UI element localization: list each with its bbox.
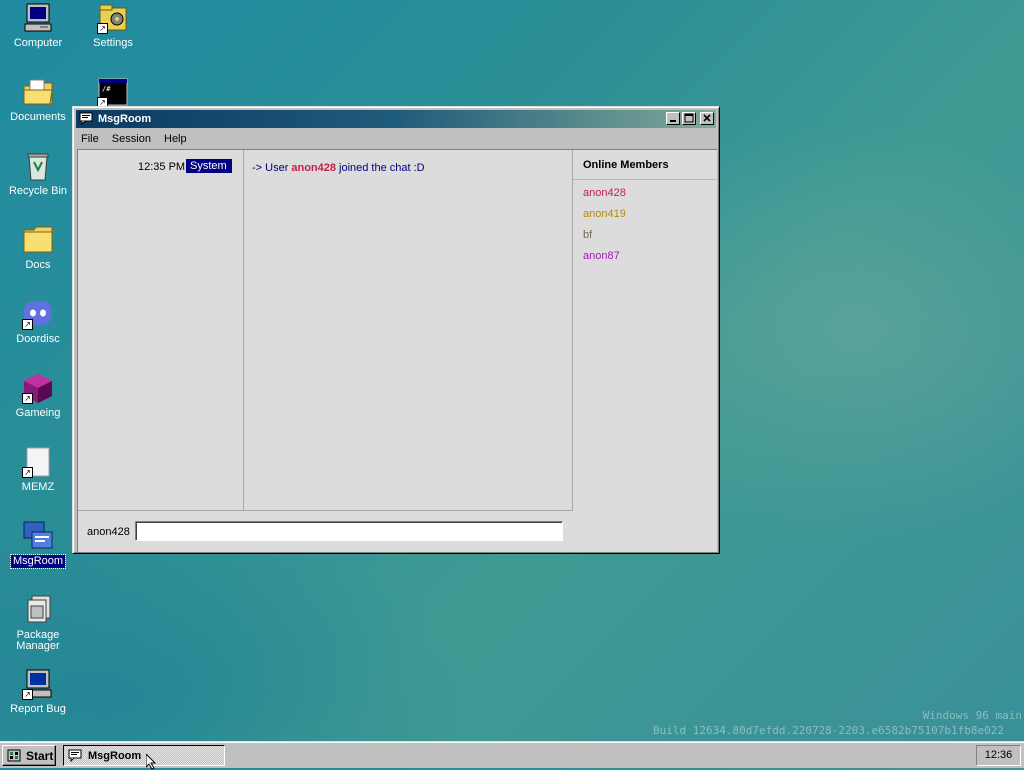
menu-bar: File Session Help <box>76 130 716 148</box>
taskbar-button-msgroom[interactable]: MsgRoom <box>63 745 225 766</box>
message-log[interactable]: -> User anon428 joined the chat :D <box>244 150 573 510</box>
message-suffix: joined the chat :D <box>339 162 425 174</box>
chat-bubble-icon <box>68 749 82 763</box>
member-item[interactable]: anon419 <box>583 208 626 220</box>
menu-session[interactable]: Session <box>107 130 156 145</box>
online-members-panel: Online Members anon428 anon419 bf anon87 <box>573 150 718 553</box>
start-logo-icon <box>7 749 21 762</box>
desktop-icon-label: Doordisc <box>16 333 60 345</box>
message-user[interactable]: anon428 <box>291 162 336 174</box>
taskbar-button-label: MsgRoom <box>88 750 142 762</box>
minimize-button[interactable] <box>666 112 680 125</box>
desktop-icon-doordisc[interactable]: ↗ Doordisc <box>3 298 73 346</box>
desktop-icon-settings[interactable]: ↗ Settings <box>78 2 148 50</box>
computer-icon <box>22 2 54 34</box>
message-prefix: -> User <box>252 162 289 174</box>
maximize-button[interactable] <box>682 112 696 125</box>
build-watermark-title: Windows 96 main <box>922 709 1022 722</box>
nickname-label: anon428 <box>87 526 130 538</box>
shortcut-arrow-icon: ↗ <box>22 393 33 404</box>
desktop-icon-label: MEMZ <box>21 481 55 493</box>
message-input[interactable] <box>135 521 563 541</box>
menu-help[interactable]: Help <box>159 130 192 145</box>
desktop-icon-label: Recycle Bin <box>8 185 68 197</box>
desktop-icon-report-bug[interactable]: ↗ Report Bug <box>3 668 73 716</box>
desktop-icon-documents[interactable]: Documents <box>3 76 73 124</box>
member-item[interactable]: anon428 <box>583 187 626 199</box>
desktop-icon-label: Documents <box>10 111 66 123</box>
close-icon <box>703 114 711 122</box>
shortcut-arrow-icon: ↗ <box>22 319 33 330</box>
chat-client-area: 12:35 PM System -> User anon428 joined the… <box>77 149 718 553</box>
documents-folder-icon <box>22 76 54 108</box>
terminal-icon: /# ↗ <box>97 76 129 108</box>
menu-file[interactable]: File <box>76 130 104 145</box>
desktop-icon-label: MsgRoom <box>9 554 67 569</box>
members-header-label: Online Members <box>583 159 669 171</box>
window-titlebar[interactable]: MsgRoom <box>76 110 716 128</box>
build-watermark-version: Build 12634.80d7efdd.220728-2203.e6582b7… <box>653 724 1004 737</box>
desktop-icon-msgroom[interactable]: MsgRoom <box>3 520 73 569</box>
msgroom-icon <box>22 520 54 552</box>
report-bug-icon: ↗ <box>22 668 54 700</box>
shortcut-arrow-icon: ↗ <box>97 23 108 34</box>
doordisc-icon: ↗ <box>22 298 54 330</box>
desktop-icon-memz[interactable]: ↗ MEMZ <box>3 446 73 494</box>
start-label: Start <box>26 749 54 763</box>
desktop-icon-label: Report Bug <box>10 703 66 715</box>
recycle-bin-icon <box>22 150 54 182</box>
maximize-icon <box>684 113 694 123</box>
desktop-icon-recycle-bin[interactable]: Recycle Bin <box>3 150 73 198</box>
shortcut-arrow-icon: ↗ <box>22 689 33 700</box>
member-item[interactable]: bf <box>583 229 592 241</box>
desktop-icon-docs[interactable]: Docs <box>3 224 73 272</box>
desktop-icon-gameing[interactable]: ↗ Gameing <box>3 372 73 420</box>
message-meta-column: 12:35 PM System <box>78 150 244 510</box>
window-title: MsgRoom <box>98 113 152 125</box>
memz-icon: ↗ <box>22 446 54 478</box>
system-clock[interactable]: 12:36 <box>976 745 1021 766</box>
desktop-icon-package-manager[interactable]: Package Manager <box>3 594 73 653</box>
desktop-icon-label: Computer <box>13 37 63 49</box>
message-input-row: anon428 <box>78 510 573 553</box>
close-button[interactable] <box>700 112 714 125</box>
package-manager-icon <box>22 594 54 626</box>
msgroom-window[interactable]: MsgRoom File Session Help 12:35 PM Syste… <box>72 106 720 554</box>
settings-icon: ↗ <box>97 2 129 34</box>
desktop-icon-computer[interactable]: Computer <box>3 2 73 50</box>
desktop-icon-label: Settings <box>93 37 133 49</box>
docs-folder-icon <box>22 224 54 256</box>
desktop-icon-label: Gameing <box>15 407 61 419</box>
message-text: -> User anon428 joined the chat :D <box>252 162 425 174</box>
svg-text:/#: /# <box>102 85 111 93</box>
shortcut-arrow-icon: ↗ <box>22 467 33 478</box>
desktop-icon-label: Docs <box>25 259 51 271</box>
gameing-icon: ↗ <box>22 372 54 404</box>
chat-bubble-icon <box>79 112 93 126</box>
desktop-icon-label: Package Manager <box>16 629 60 652</box>
message-timestamp: 12:35 PM <box>138 161 186 173</box>
members-header: Online Members <box>573 150 718 180</box>
message-sender-badge: System <box>186 159 232 173</box>
start-button[interactable]: Start <box>2 745 56 766</box>
minimize-icon <box>670 120 676 122</box>
member-item[interactable]: anon87 <box>583 250 620 262</box>
